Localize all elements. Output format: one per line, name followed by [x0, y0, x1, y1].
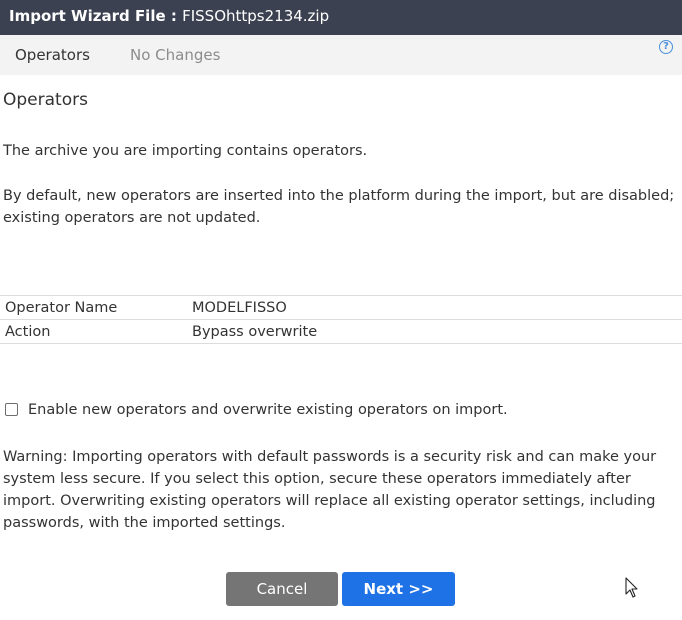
window-title-bar: Import Wizard File : FISSOhttps2134.zip — [0, 0, 682, 35]
window-title-file-name: FISSOhttps2134.zip — [182, 7, 330, 25]
enable-operators-checkbox[interactable] — [5, 403, 18, 416]
intro-text: The archive you are importing contains o… — [3, 143, 368, 159]
table-row: Action Bypass overwrite — [0, 319, 682, 344]
section-heading: Operators — [3, 90, 88, 110]
mouse-pointer-icon — [625, 577, 638, 598]
help-icon[interactable]: ? — [659, 40, 673, 54]
security-warning-text: Warning: Importing operators with defaul… — [3, 449, 657, 531]
operator-name-label: Operator Name — [0, 295, 187, 320]
tab-no-changes[interactable]: No Changes — [130, 45, 220, 65]
operator-name-value: MODELFISSO — [187, 295, 682, 320]
action-value: Bypass overwrite — [187, 319, 682, 344]
tab-operators[interactable]: Operators — [15, 45, 90, 65]
wizard-steps-bar: Operators No Changes ? — [0, 35, 682, 75]
operator-details-table: Operator Name MODELFISSO Action Bypass o… — [0, 295, 682, 344]
next-button[interactable]: Next >> — [342, 572, 455, 606]
enable-operators-label[interactable]: Enable new operators and overwrite exist… — [28, 400, 508, 420]
window-title-prefix: Import Wizard File : — [9, 7, 183, 25]
action-label: Action — [0, 319, 187, 344]
table-row: Operator Name MODELFISSO — [0, 295, 682, 320]
cancel-button[interactable]: Cancel — [226, 572, 338, 606]
default-behavior-text: By default, new operators are inserted i… — [3, 188, 675, 226]
